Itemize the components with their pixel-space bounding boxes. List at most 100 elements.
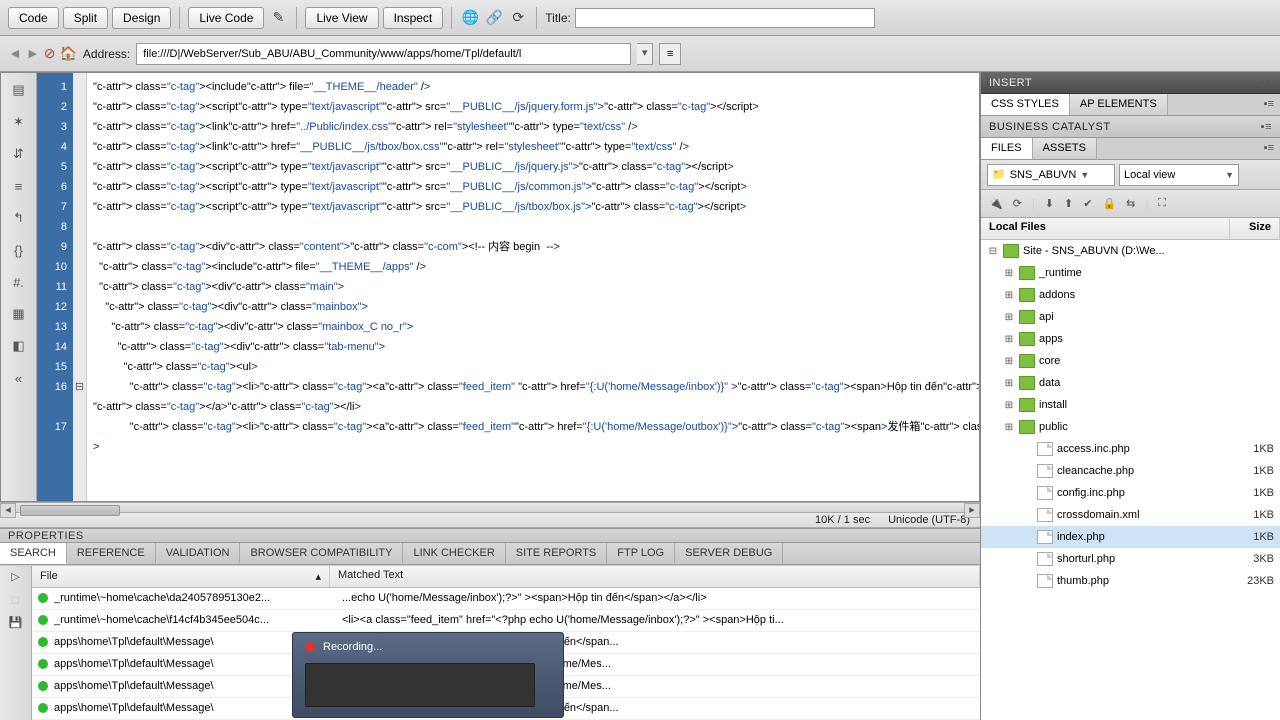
livecode-options-icon[interactable]: ✎ (268, 8, 288, 28)
address-input[interactable] (136, 43, 631, 65)
result-status-icon (38, 659, 48, 669)
live-code-button[interactable]: Live Code (188, 7, 264, 29)
results-tab-browser-compatibility[interactable]: BROWSER COMPATIBILITY (240, 543, 403, 563)
results-tabs: SEARCHREFERENCEVALIDATIONBROWSER COMPATI… (0, 543, 980, 565)
search-result-row[interactable]: _runtime\~home\cache\da24057895130e2....… (32, 588, 980, 610)
results-tab-search[interactable]: SEARCH (0, 543, 67, 564)
tree-folder[interactable]: ⊞core (981, 350, 1280, 372)
open-documents-icon[interactable]: ▤ (8, 79, 30, 101)
title-input[interactable] (575, 8, 875, 28)
files-tab[interactable]: FILES (981, 138, 1033, 159)
results-file-header[interactable]: File▴ (32, 566, 330, 587)
code-area[interactable]: "c-attr"> class="c-tag"><include"c-attr"… (87, 73, 979, 501)
results-tab-site-reports[interactable]: SITE REPORTS (506, 543, 607, 563)
editor-horizontal-scrollbar[interactable]: ◂ ▸ (0, 502, 980, 512)
css-styles-tab[interactable]: CSS STYLES (981, 94, 1070, 115)
get-files-icon[interactable]: ⬇ (1045, 197, 1054, 210)
scroll-thumb[interactable] (20, 505, 120, 516)
inspect-button[interactable]: Inspect (383, 7, 444, 29)
properties-panel-header[interactable]: PROPERTIES (0, 528, 980, 543)
tree-file[interactable]: cleancache.php1KB (981, 460, 1280, 482)
results-matched-header[interactable]: Matched Text (330, 566, 980, 587)
record-dot-icon (305, 642, 315, 652)
panel-menu-icon[interactable]: ▪≡ (1258, 94, 1280, 115)
balance-braces-icon[interactable]: {} (8, 239, 30, 261)
collapse-tag-icon[interactable]: ⇵ (8, 143, 30, 165)
ap-elements-tab[interactable]: AP ELEMENTS (1070, 94, 1168, 115)
address-go-icon[interactable]: ≡ (659, 43, 681, 65)
back-icon[interactable]: ◄ (8, 45, 22, 62)
play-icon[interactable]: ▷ (11, 570, 19, 583)
tree-file[interactable]: access.inc.php1KB (981, 438, 1280, 460)
results-tab-link-checker[interactable]: LINK CHECKER (403, 543, 505, 563)
tree-folder[interactable]: ⊞public (981, 416, 1280, 438)
highlight-invalid-icon[interactable]: ▦ (8, 303, 30, 325)
address-label: Address: (83, 47, 130, 61)
results-tab-server-debug[interactable]: SERVER DEBUG (675, 543, 783, 563)
tree-folder[interactable]: ⊞install (981, 394, 1280, 416)
tree-file[interactable]: shorturl.php3KB (981, 548, 1280, 570)
tree-folder[interactable]: ⊞_runtime (981, 262, 1280, 284)
line-number-gutter: 1234567891011121314151617 (37, 73, 73, 501)
stop-icon[interactable]: ⊘ (44, 45, 56, 62)
tree-file[interactable]: index.php1KB (981, 526, 1280, 548)
address-dropdown-icon[interactable]: ▾ (637, 43, 653, 65)
globe-icon[interactable]: 🌐 (460, 8, 480, 28)
tree-folder[interactable]: ⊞data (981, 372, 1280, 394)
select-parent-icon[interactable]: ↰ (8, 207, 30, 229)
home-icon[interactable]: 🏠 (59, 45, 76, 62)
insert-panel-header[interactable]: INSERT▪≡ (981, 72, 1280, 94)
link-icon[interactable]: 🔗 (484, 8, 504, 28)
tree-folder[interactable]: ⊞apps (981, 328, 1280, 350)
result-status-icon (38, 637, 48, 647)
save-report-icon[interactable]: 💾 (9, 616, 23, 629)
code-fold-gutter[interactable]: ⊟ (73, 73, 87, 501)
forward-icon[interactable]: ► (26, 45, 40, 62)
design-view-button[interactable]: Design (112, 7, 171, 29)
results-tab-validation[interactable]: VALIDATION (156, 543, 241, 563)
scroll-left-icon[interactable]: ◂ (0, 503, 16, 518)
business-catalyst-header[interactable]: BUSINESS CATALYST▪≡ (981, 116, 1280, 138)
document-toolbar: Code Split Design Live Code ✎ Live View … (0, 0, 1280, 36)
sort-icon[interactable]: ▴ (315, 570, 321, 583)
tree-site-root[interactable]: ⊟Site - SNS_ABUVN (D:\We... (981, 240, 1280, 262)
expand-panel-icon[interactable]: ⛶ (1158, 197, 1166, 210)
size-header[interactable]: Size (1230, 218, 1280, 239)
toolbar-arrow-icon[interactable]: « (8, 367, 30, 389)
result-status-icon (38, 615, 48, 625)
tree-folder[interactable]: ⊞addons (981, 284, 1280, 306)
line-numbers-icon[interactable]: #. (8, 271, 30, 293)
refresh-icon[interactable]: ⟳ (508, 8, 528, 28)
checkout-icon[interactable]: ✔ (1083, 197, 1092, 210)
show-code-navigator-icon[interactable]: ✶ (8, 111, 30, 133)
code-view-button[interactable]: Code (8, 7, 59, 29)
expand-all-icon[interactable]: ≡ (8, 175, 30, 197)
tree-folder[interactable]: ⊞api (981, 306, 1280, 328)
scroll-right-icon[interactable]: ▸ (964, 503, 980, 518)
panel-menu-icon[interactable]: ▪≡ (1261, 77, 1272, 89)
tree-file[interactable]: config.inc.php1KB (981, 482, 1280, 504)
sync-icon[interactable]: ⇆ (1126, 197, 1135, 210)
panel-menu-icon[interactable]: ▪≡ (1261, 121, 1272, 133)
connect-icon[interactable]: 🔌 (989, 197, 1003, 210)
result-status-icon (38, 681, 48, 691)
checkin-icon[interactable]: 🔒 (1102, 197, 1116, 210)
live-view-button[interactable]: Live View (305, 7, 378, 29)
assets-tab[interactable]: ASSETS (1033, 138, 1097, 159)
site-dropdown[interactable]: 📁SNS_ABUVN▼ (987, 164, 1115, 186)
tree-file[interactable]: crossdomain.xml1KB (981, 504, 1280, 526)
search-result-row[interactable]: _runtime\~home\cache\f14cf4b345ee504c...… (32, 610, 980, 632)
stop-search-icon[interactable]: ◻ (11, 593, 20, 606)
split-view-button[interactable]: Split (63, 7, 108, 29)
tree-file[interactable]: thumb.php23KB (981, 570, 1280, 592)
panel-menu-icon[interactable]: ▪≡ (1258, 138, 1280, 159)
put-files-icon[interactable]: ⬆ (1064, 197, 1073, 210)
view-dropdown[interactable]: Local view▼ (1119, 164, 1239, 186)
syntax-coloring-icon[interactable]: ◧ (8, 335, 30, 357)
file-tree[interactable]: ⊟Site - SNS_ABUVN (D:\We...⊞_runtime⊞add… (981, 240, 1280, 720)
results-tab-reference[interactable]: REFERENCE (67, 543, 156, 563)
refresh-files-icon[interactable]: ⟳ (1013, 197, 1022, 210)
local-files-header[interactable]: Local Files (981, 218, 1230, 239)
results-tab-ftp-log[interactable]: FTP LOG (607, 543, 675, 563)
code-editor[interactable]: ▤ ✶ ⇵ ≡ ↰ {} #. ▦ ◧ « 123456789101112131… (0, 72, 980, 502)
